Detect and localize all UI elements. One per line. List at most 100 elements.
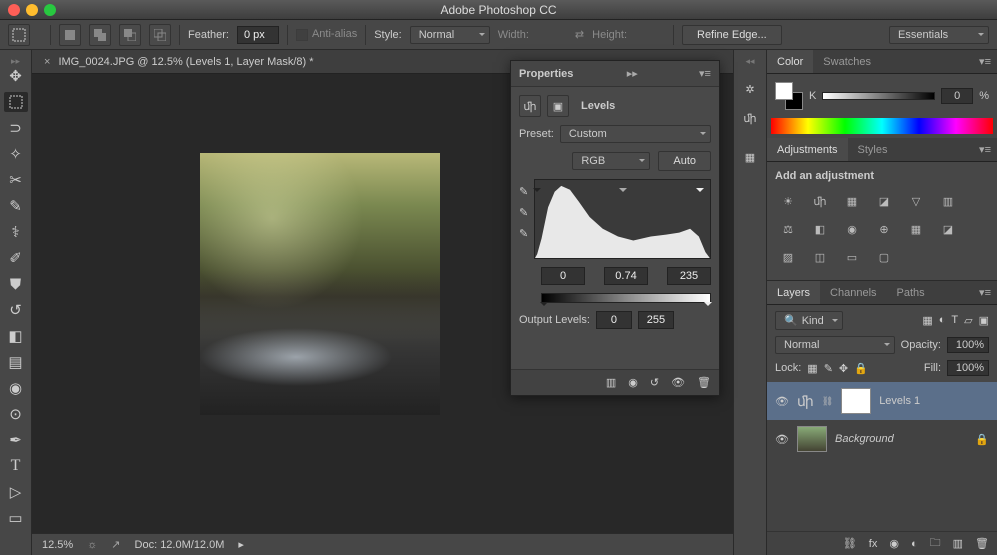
blur-tool-icon[interactable]: ◉	[4, 378, 28, 398]
delete-layer-icon[interactable]: 🗑	[975, 537, 989, 550]
output-black-field[interactable]: 0	[596, 311, 632, 329]
new-layer-icon[interactable]: ▥	[953, 537, 963, 550]
delete-adjustment-icon[interactable]: 🗑	[697, 376, 711, 389]
color-lookup-adj-icon[interactable]: ▦	[905, 220, 927, 238]
brush-tool-icon[interactable]: ✐	[4, 248, 28, 268]
black-output-slider[interactable]	[540, 302, 548, 310]
swatches-tab[interactable]: Swatches	[813, 50, 881, 73]
output-white-field[interactable]: 255	[638, 311, 674, 329]
white-input-slider[interactable]	[696, 188, 704, 196]
clone-stamp-tool-icon[interactable]: ⛊	[4, 274, 28, 294]
healing-brush-tool-icon[interactable]: ⚕	[4, 222, 28, 242]
exposure-icon[interactable]: ☼	[87, 539, 97, 551]
lasso-tool-icon[interactable]: ⊃	[4, 118, 28, 138]
close-window-button[interactable]	[8, 4, 20, 16]
threshold-adj-icon[interactable]: ◫	[809, 248, 831, 266]
k-value-field[interactable]: 0	[941, 88, 973, 104]
zoom-level[interactable]: 12.5%	[42, 539, 73, 551]
type-tool-icon[interactable]: T	[4, 456, 28, 476]
rectangle-tool-icon[interactable]: ▭	[4, 508, 28, 528]
new-group-icon[interactable]: 🗀	[930, 534, 941, 553]
magic-wand-tool-icon[interactable]: ✧	[4, 144, 28, 164]
bw-adj-icon[interactable]: ◧	[809, 220, 831, 238]
black-input-slider[interactable]	[533, 188, 541, 196]
layer-row[interactable]: 👁 ﬕ ⛓ Levels 1	[767, 382, 997, 420]
auto-button[interactable]: Auto	[658, 151, 711, 171]
lock-position-icon[interactable]: ✥	[839, 362, 848, 375]
fill-field[interactable]: 100%	[947, 360, 989, 376]
link-layers-icon[interactable]: ⛓	[843, 537, 857, 550]
visibility-toggle-icon[interactable]: 👁	[775, 433, 789, 446]
output-gradient[interactable]	[541, 293, 711, 303]
filter-smart-icon[interactable]: ▣	[979, 314, 989, 327]
properties-collapse-icon[interactable]: ▸▸	[627, 67, 638, 80]
curves-adj-icon[interactable]: ▦	[841, 192, 863, 210]
layers-tab[interactable]: Layers	[767, 281, 820, 304]
input-black-field[interactable]: 0	[541, 267, 585, 285]
eyedropper-tool-icon[interactable]: ✎	[4, 196, 28, 216]
filter-type-icon[interactable]: T	[951, 314, 958, 327]
dodge-tool-icon[interactable]: ⊙	[4, 404, 28, 424]
invert-adj-icon[interactable]: ◪	[937, 220, 959, 238]
filter-adjustment-icon[interactable]: ◐	[939, 314, 946, 327]
levels-histogram[interactable]	[534, 179, 711, 259]
photo-filter-adj-icon[interactable]: ◉	[841, 220, 863, 238]
move-tool-icon[interactable]: ✥	[4, 66, 28, 86]
vibrance-adj-icon[interactable]: ▽	[905, 192, 927, 210]
adjustment-type-icon[interactable]: ﬕ	[519, 95, 541, 117]
zoom-window-button[interactable]	[44, 4, 56, 16]
selection-subtract-icon[interactable]	[119, 24, 141, 46]
layer-name[interactable]: Background	[835, 433, 894, 445]
path-selection-tool-icon[interactable]: ▷	[4, 482, 28, 502]
doc-size-flyout-icon[interactable]: ▸	[238, 538, 244, 551]
channels-tab[interactable]: Channels	[820, 281, 886, 304]
input-white-field[interactable]: 235	[667, 267, 711, 285]
pen-tool-icon[interactable]: ✒	[4, 430, 28, 450]
history-brush-tool-icon[interactable]: ↺	[4, 300, 28, 320]
layer-mask-thumb[interactable]	[841, 388, 871, 414]
layer-row[interactable]: 👁 Background 🔒	[767, 420, 997, 458]
view-previous-icon[interactable]: ◉	[628, 376, 638, 389]
properties-flyout-icon[interactable]: ▾≡	[699, 67, 711, 80]
layer-fx-icon[interactable]: fx	[869, 538, 878, 550]
mask-type-icon[interactable]: ▣	[547, 95, 569, 117]
levels-adj-icon[interactable]: ﬕ	[809, 192, 831, 210]
close-tab-icon[interactable]: ×	[44, 56, 50, 68]
color-tab[interactable]: Color	[767, 50, 813, 73]
color-flyout-icon[interactable]: ▾≡	[979, 55, 997, 68]
histogram-dock-icon[interactable]: ﬕ	[743, 112, 756, 125]
workspace-dropdown[interactable]: Essentials	[889, 26, 989, 44]
white-output-slider[interactable]	[704, 302, 712, 310]
gamma-input-slider[interactable]	[619, 188, 627, 196]
brightness-adj-icon[interactable]: ☀	[777, 192, 799, 210]
foreground-background-swatch[interactable]	[775, 82, 803, 110]
black-point-eyedropper-icon[interactable]: ✎	[519, 185, 528, 198]
info-dock-icon[interactable]: ▦	[745, 151, 755, 164]
preset-dropdown[interactable]: Custom	[560, 125, 711, 143]
lock-all-icon[interactable]: 🔒	[854, 362, 868, 375]
new-adjustment-layer-icon[interactable]: ◐	[911, 538, 918, 550]
selection-intersect-icon[interactable]	[149, 24, 171, 46]
selection-new-icon[interactable]	[59, 24, 81, 46]
channel-mixer-adj-icon[interactable]: ⊕	[873, 220, 895, 238]
minimize-window-button[interactable]	[26, 4, 38, 16]
adjustments-flyout-icon[interactable]: ▾≡	[979, 143, 997, 156]
lock-transparency-icon[interactable]: ▦	[807, 362, 817, 375]
feather-field[interactable]: 0 px	[237, 26, 279, 44]
selection-add-icon[interactable]	[89, 24, 111, 46]
clip-to-layer-icon[interactable]: ▥	[606, 376, 616, 389]
layer-link-icon[interactable]: ⛓	[822, 396, 833, 407]
visibility-toggle-icon[interactable]: 👁	[775, 395, 789, 408]
paths-tab[interactable]: Paths	[887, 281, 935, 304]
layer-thumb[interactable]	[797, 426, 827, 452]
adjustments-tab[interactable]: Adjustments	[767, 138, 848, 161]
selective-color-adj-icon[interactable]: ▢	[873, 248, 895, 266]
marquee-tool-preset-icon[interactable]	[8, 24, 30, 46]
eraser-tool-icon[interactable]: ◧	[4, 326, 28, 346]
color-spectrum[interactable]	[771, 118, 993, 134]
marquee-tool-icon[interactable]	[4, 92, 28, 112]
gradient-map-adj-icon[interactable]: ▭	[841, 248, 863, 266]
share-icon[interactable]: ↗	[111, 538, 120, 551]
white-point-eyedropper-icon[interactable]: ✎	[519, 227, 528, 240]
color-balance-adj-icon[interactable]: ⚖	[777, 220, 799, 238]
